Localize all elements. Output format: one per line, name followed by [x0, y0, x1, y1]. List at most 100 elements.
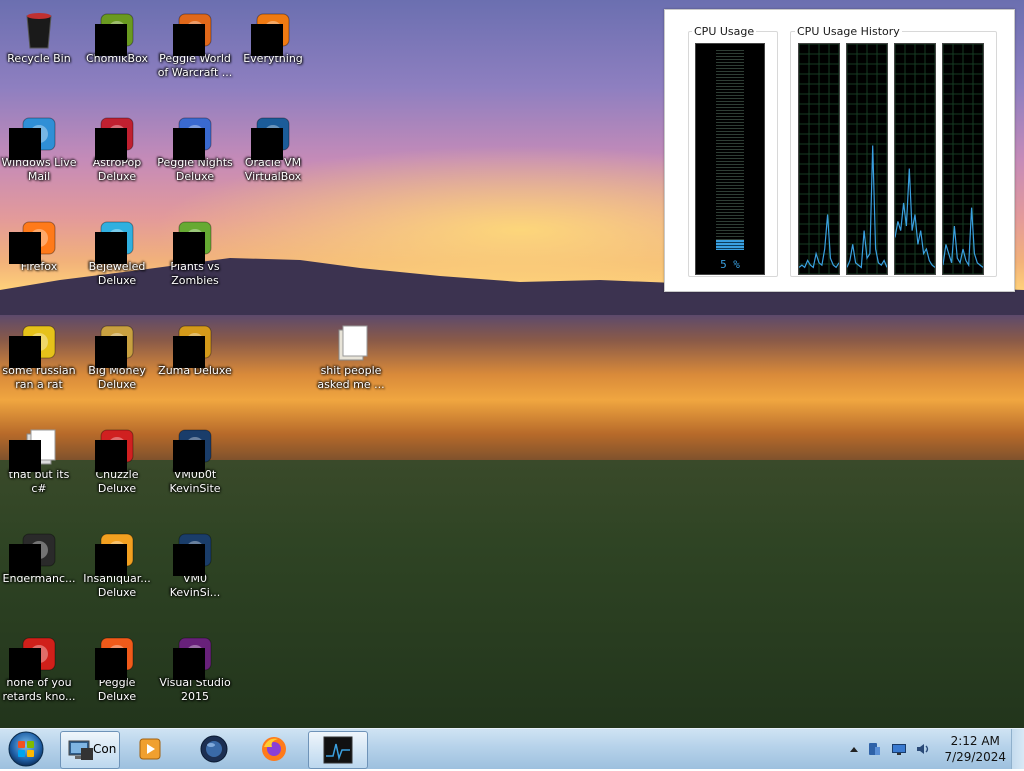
desktop-icon[interactable]: Endermanc...	[0, 524, 78, 620]
cpu-meter-fill	[716, 240, 744, 250]
firefox-icon	[9, 218, 59, 264]
desktop-icon[interactable]: ChomikBox	[78, 4, 156, 100]
astropop-icon	[95, 114, 137, 160]
desktop-icon-label: that but its c#	[8, 468, 70, 495]
media-player-icon	[139, 738, 161, 760]
taskbar-button-firefox[interactable]	[254, 731, 294, 767]
desktop-icon-label: Bejeweled Deluxe	[88, 260, 146, 287]
network-icon[interactable]	[891, 741, 907, 757]
cpu-usage-title: CPU Usage	[692, 25, 757, 38]
redaction-box	[173, 24, 205, 56]
redaction-box	[9, 336, 41, 368]
redaction-box	[251, 128, 283, 160]
show-hidden-icons-icon[interactable]	[846, 741, 862, 757]
desktop-icon[interactable]: Chuzzle Deluxe	[78, 420, 156, 516]
redaction-box	[9, 544, 41, 576]
desktop-icon[interactable]: VM0b0t KevinSite	[156, 420, 234, 516]
taskbar-button-label: Con	[93, 742, 117, 756]
redaction-box	[95, 544, 127, 576]
plants-vs-zombies-icon	[173, 218, 215, 264]
files-icon	[9, 426, 59, 472]
zuma-icon	[173, 322, 215, 368]
recycle-bin-icon	[19, 10, 59, 50]
redaction-box	[173, 128, 205, 160]
cpu-meter-gadget[interactable]: CPU Usage 5 % CPU Usage History	[664, 9, 1015, 292]
chuzzle-icon	[95, 426, 137, 472]
redaction-box	[95, 232, 127, 264]
desktop-icon[interactable]: Big Money Deluxe	[78, 316, 156, 412]
redaction-box	[251, 24, 283, 56]
start-button[interactable]	[4, 730, 48, 768]
desktop-icon[interactable]: Peggle Nights Deluxe	[156, 108, 234, 204]
redaction-box	[173, 648, 205, 680]
desktop-icon[interactable]: some russian ran a rat	[0, 316, 78, 412]
desktop-icon[interactable]: that but its c#	[0, 420, 78, 516]
windows-live-mail-icon	[9, 114, 59, 160]
redaction-box	[9, 648, 41, 680]
computer-icon	[68, 740, 93, 760]
cpu-history-core-4	[942, 43, 984, 275]
insaniquarium-icon	[95, 530, 137, 576]
desktop-icon[interactable]: Bejeweled Deluxe	[78, 212, 156, 308]
redaction-box	[95, 336, 127, 368]
redaction-box	[95, 440, 127, 472]
taskbar-button-cpu-meter[interactable]	[308, 731, 368, 769]
everything-search-icon	[251, 10, 293, 56]
desktop-icon[interactable]: Insaniquar... Deluxe	[78, 524, 156, 620]
system-clock[interactable]: 2:12 AM 7/29/2024	[944, 733, 1006, 765]
vm-shortcut-icon	[173, 426, 215, 472]
desktop-icon-label: shit people asked me ...	[317, 364, 385, 391]
tray-device-icon[interactable]	[866, 741, 882, 757]
volume-icon[interactable]	[915, 741, 931, 757]
desktop-icon[interactable]: Windows Live Mail	[0, 108, 78, 204]
folder-icon	[331, 322, 371, 362]
redaction-box	[9, 232, 41, 264]
redaction-box	[173, 544, 205, 576]
desktop-icon-label: Big Money Deluxe	[88, 364, 146, 391]
desktop-icon[interactable]: shit people asked me ...	[312, 316, 390, 412]
desktop-icon-label: VM0b0t KevinSite	[169, 468, 221, 495]
desktop-icon[interactable]: Firefox	[0, 212, 78, 308]
vm-shortcut-icon	[173, 530, 215, 576]
desktop-icon-label: Peggle Nights Deluxe	[157, 156, 233, 183]
cpu-history-title: CPU Usage History	[795, 25, 902, 38]
cpu-usage-meter: 5 %	[695, 43, 765, 275]
desktop-icon[interactable]: Recycle Bin	[0, 4, 78, 100]
desktop-icon-label: Oracle VM VirtualBox	[244, 156, 302, 183]
desktop-icon[interactable]: Peggle World of Warcraft ...	[156, 4, 234, 100]
desktop-icon[interactable]: none of you retards kno...	[0, 628, 78, 724]
start-orb-icon	[8, 731, 44, 767]
globe-app-icon	[200, 735, 228, 763]
desktop-icon-label: some russian ran a rat	[2, 364, 76, 391]
taskbar-button-media[interactable]	[130, 731, 170, 767]
desktop-icon[interactable]: AstroPop Deluxe	[78, 108, 156, 204]
redaction-box	[95, 648, 127, 680]
show-desktop-button[interactable]	[1011, 729, 1024, 769]
bejeweled-icon	[95, 218, 137, 264]
redaction-box	[95, 128, 127, 160]
desktop-icon[interactable]: Peggle Deluxe	[78, 628, 156, 724]
desktop-icon-label: Peggle World of Warcraft ...	[157, 52, 233, 79]
chomikbox-icon	[95, 10, 137, 56]
desktop-icon-label: Insaniquar... Deluxe	[83, 572, 151, 599]
desktop-icon-label: Peggle Deluxe	[97, 676, 137, 703]
desktop-icon[interactable]: Oracle VM VirtualBox	[234, 108, 312, 204]
redaction-box	[95, 24, 127, 56]
desktop-icon[interactable]: Zuma Deluxe	[156, 316, 234, 412]
taskbar-button-app[interactable]	[194, 731, 234, 767]
opera-icon	[9, 634, 59, 680]
peggle-wow-icon	[173, 10, 215, 56]
cpu-history-core-3	[894, 43, 936, 275]
peggle-nights-icon	[173, 114, 215, 160]
visual-studio-icon	[173, 634, 215, 680]
desktop-icon-label: Chuzzle Deluxe	[95, 468, 139, 495]
clock-time: 2:12 AM	[950, 734, 1000, 748]
desktop-icon[interactable]: VM0 KevinSi...	[156, 524, 234, 620]
taskbar-button-console[interactable]: Con	[60, 731, 120, 769]
desktop-icon[interactable]: Everything	[234, 4, 312, 100]
desktop-icon[interactable]: Visual Studio 2015	[156, 628, 234, 724]
desktop-icon[interactable]: Plants vs Zombies	[156, 212, 234, 308]
desktop-icon-label: Recycle Bin	[7, 52, 71, 65]
desktop-icon-label: VM0 KevinSi...	[169, 572, 221, 599]
cpu-history-core-1	[798, 43, 840, 275]
